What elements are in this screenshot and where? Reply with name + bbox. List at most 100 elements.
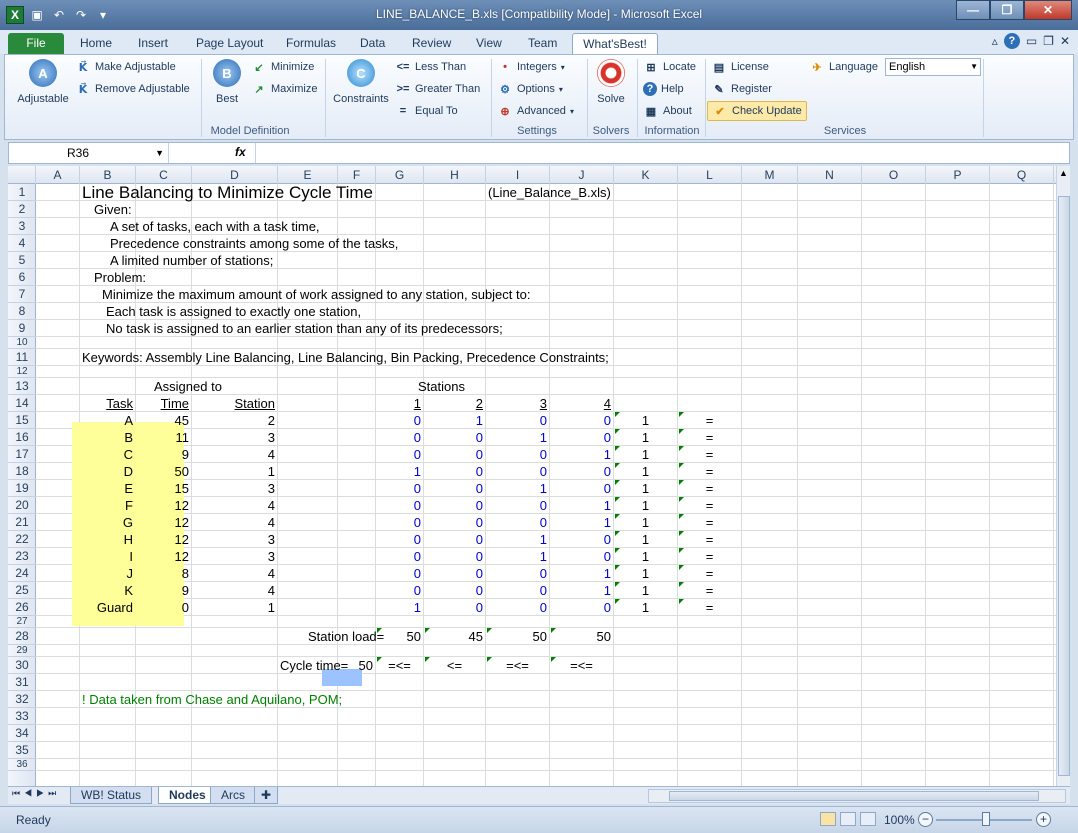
row-header-22[interactable]: 22 — [8, 531, 36, 548]
assignment-sum[interactable]: 1 — [616, 532, 675, 548]
row-header-9[interactable]: 9 — [8, 320, 36, 337]
assignment-var[interactable]: 0 — [378, 549, 421, 565]
column-header-o[interactable]: O — [862, 166, 926, 184]
register-button[interactable]: ✎ Register — [711, 80, 772, 98]
task-name[interactable]: D — [82, 464, 133, 480]
assignment-sum[interactable]: 1 — [616, 515, 675, 531]
assignment-var[interactable]: 0 — [552, 464, 611, 480]
row-header-28[interactable]: 28 — [8, 628, 36, 645]
assignment-var[interactable]: 0 — [426, 515, 483, 531]
options-dropdown[interactable]: ⚙ Options ▾ — [497, 80, 563, 98]
task-time[interactable]: 50 — [138, 464, 189, 480]
cycle-relation-3[interactable]: =<= — [488, 658, 547, 674]
row-header-8[interactable]: 8 — [8, 303, 36, 320]
assignment-var[interactable]: 0 — [488, 464, 547, 480]
task-name[interactable]: F — [82, 498, 133, 514]
column-header-h[interactable]: H — [424, 166, 486, 184]
assignment-relation[interactable]: = — [680, 532, 739, 548]
vertical-scroll-thumb[interactable] — [1058, 196, 1070, 776]
assigned-station[interactable]: 4 — [194, 515, 275, 531]
normal-view-icon[interactable] — [820, 812, 836, 826]
column-header-c[interactable]: C — [136, 166, 192, 184]
solve-button[interactable]: Solve — [591, 59, 631, 105]
station-number-1[interactable]: 1 — [378, 396, 421, 412]
task-time[interactable]: 8 — [138, 566, 189, 582]
sheet-tab-arcs[interactable]: Arcs — [210, 787, 256, 804]
task-time[interactable]: 12 — [138, 498, 189, 514]
assignment-sum[interactable]: 1 — [616, 413, 675, 429]
cycle-relation-4[interactable]: =<= — [552, 658, 611, 674]
cell-b8[interactable]: Each task is assigned to exactly one sta… — [106, 304, 361, 320]
assignment-var[interactable]: 0 — [488, 515, 547, 531]
station-load-2[interactable]: 45 — [426, 629, 483, 645]
task-time[interactable]: 9 — [138, 583, 189, 599]
equal-to-button[interactable]: = Equal To — [395, 102, 458, 120]
row-header-3[interactable]: 3 — [8, 218, 36, 235]
column-header-q[interactable]: Q — [990, 166, 1054, 184]
assignment-var[interactable]: 0 — [488, 447, 547, 463]
task-name[interactable]: H — [82, 532, 133, 548]
row-header-33[interactable]: 33 — [8, 708, 36, 725]
row-header-13[interactable]: 13 — [8, 378, 36, 395]
assignment-relation[interactable]: = — [680, 549, 739, 565]
cycle-time-value[interactable]: 50 — [340, 658, 373, 674]
minimize-window-button[interactable]: — — [956, 0, 990, 20]
assignment-relation[interactable]: = — [680, 464, 739, 480]
assignment-var[interactable]: 1 — [488, 532, 547, 548]
ribbon-collapse-icon[interactable]: ▵ — [992, 34, 998, 48]
workbook-restore-icon[interactable]: ❐ — [1043, 34, 1054, 48]
tab-data[interactable]: Data — [354, 33, 391, 54]
column-header-p[interactable]: P — [926, 166, 990, 184]
horizontal-scrollbar[interactable] — [648, 789, 1066, 803]
station-load-3[interactable]: 50 — [488, 629, 547, 645]
assignment-var[interactable]: 0 — [378, 583, 421, 599]
assignment-sum[interactable]: 1 — [616, 600, 675, 616]
assignment-sum[interactable]: 1 — [616, 464, 675, 480]
best-button[interactable]: B Best — [207, 59, 247, 105]
cycle-relation-1[interactable]: =<= — [378, 658, 421, 674]
stations-header[interactable]: Stations — [418, 379, 465, 395]
row-header-21[interactable]: 21 — [8, 514, 36, 531]
assignment-relation[interactable]: = — [680, 583, 739, 599]
assigned-station[interactable]: 3 — [194, 481, 275, 497]
assignment-sum[interactable]: 1 — [616, 447, 675, 463]
assigned-station[interactable]: 3 — [194, 532, 275, 548]
assignment-sum[interactable]: 1 — [616, 430, 675, 446]
maximize-window-button[interactable]: ❐ — [990, 0, 1024, 20]
cycle-time-label[interactable]: Cycle time= — [280, 658, 348, 674]
assignment-sum[interactable]: 1 — [616, 498, 675, 514]
header-time[interactable]: Time — [138, 396, 189, 412]
task-time[interactable]: 9 — [138, 447, 189, 463]
adjustable-button[interactable]: A Adjustable — [11, 59, 75, 105]
column-header-i[interactable]: I — [486, 166, 550, 184]
assigned-to-header[interactable]: Assigned to — [154, 379, 222, 395]
assignment-relation[interactable]: = — [680, 515, 739, 531]
task-time[interactable]: 12 — [138, 515, 189, 531]
row-header-12[interactable]: 12 — [8, 366, 36, 378]
assigned-station[interactable]: 3 — [194, 430, 275, 446]
assignment-relation[interactable]: = — [680, 498, 739, 514]
cell-b4[interactable]: Precedence constraints among some of the… — [110, 236, 398, 252]
row-header-7[interactable]: 7 — [8, 286, 36, 303]
assignment-var[interactable]: 1 — [552, 515, 611, 531]
assigned-station[interactable]: 3 — [194, 549, 275, 565]
workbook-close-icon[interactable]: ✕ — [1060, 34, 1070, 48]
assignment-var[interactable]: 0 — [552, 481, 611, 497]
assigned-station[interactable]: 1 — [194, 600, 275, 616]
row-header-2[interactable]: 2 — [8, 201, 36, 218]
tab-file[interactable]: File — [8, 33, 64, 54]
assignment-relation[interactable]: = — [680, 430, 739, 446]
assignment-var[interactable]: 0 — [488, 583, 547, 599]
assignment-var[interactable]: 0 — [378, 498, 421, 514]
task-time[interactable]: 15 — [138, 481, 189, 497]
assignment-var[interactable]: 0 — [378, 413, 421, 429]
constraints-button[interactable]: C Constraints — [329, 59, 393, 105]
station-load-label[interactable]: Station load= — [308, 629, 384, 645]
assigned-station[interactable]: 4 — [194, 583, 275, 599]
row-header-31[interactable]: 31 — [8, 674, 36, 691]
tab-team[interactable]: Team — [522, 33, 563, 54]
integers-dropdown[interactable]: • Integers ▾ — [497, 58, 565, 76]
assignment-var[interactable]: 0 — [378, 566, 421, 582]
assignment-relation[interactable]: = — [680, 481, 739, 497]
cell-b3[interactable]: A set of tasks, each with a task time, — [110, 219, 320, 235]
